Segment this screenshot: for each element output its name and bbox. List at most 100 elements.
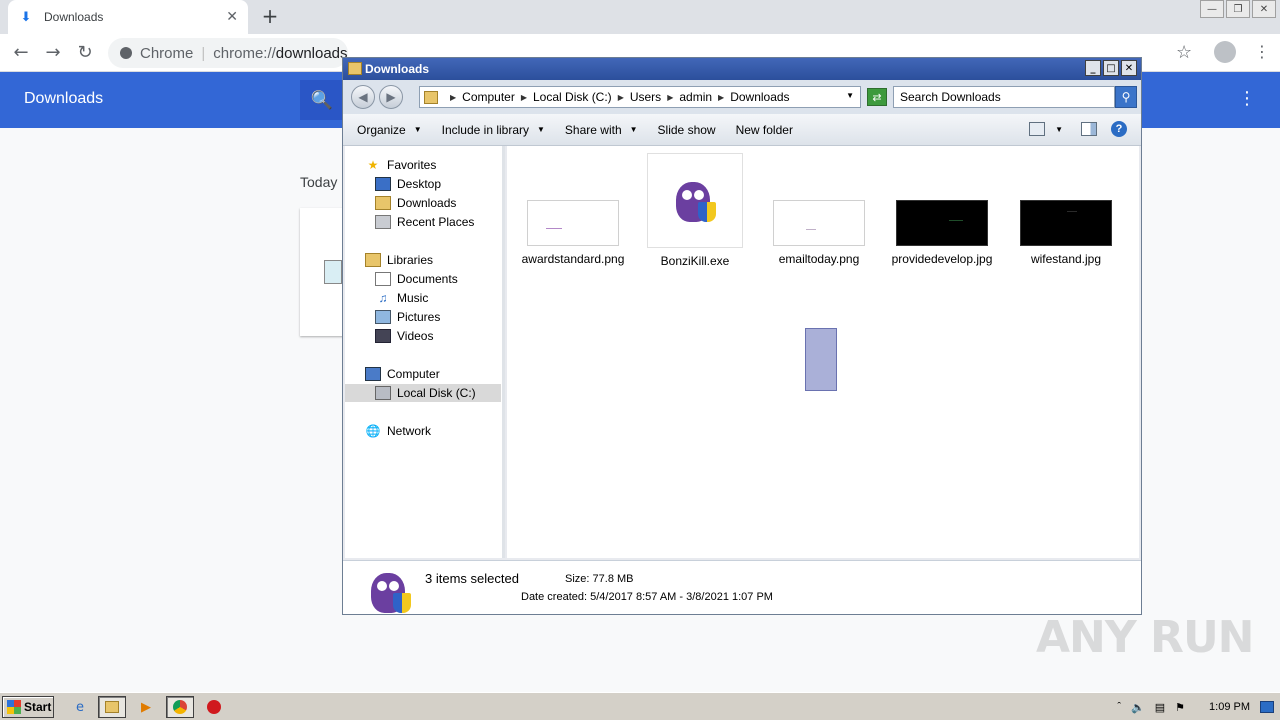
breadcrumb-label: admin [679,90,713,104]
search-icon[interactable]: 🔍 [300,80,344,120]
minimize-button[interactable]: _ [1085,60,1101,76]
nav-desktop[interactable]: Desktop [375,175,441,193]
nav-recent-places[interactable]: Recent Places [375,213,474,231]
nav-pictures[interactable]: Pictures [375,308,440,326]
image-thumbnail [1020,200,1112,246]
breadcrumb-arrow-icon[interactable]: ▶ [618,93,624,102]
close-icon[interactable]: ✕ [226,9,238,25]
chevron-down-icon[interactable]: ▼ [1055,125,1063,134]
back-arrow-icon[interactable]: ← [10,42,32,64]
start-button[interactable]: Start [2,696,54,718]
network-tray-icon[interactable]: ▤ [1155,701,1165,714]
forward-arrow-icon[interactable]: → [42,42,64,64]
size-row: Size: 77.8 MB [565,573,634,585]
command-label: Include in library [441,122,529,137]
nav-favorites[interactable]: ★ Favorites [365,156,437,174]
search-input[interactable]: Search Downloads [893,86,1115,108]
nav-music[interactable]: ♫ Music [375,289,429,307]
internet-explorer-icon[interactable]: e [66,696,94,718]
chevron-down-icon[interactable]: ▼ [846,91,854,100]
preview-pane-icon[interactable] [1081,122,1097,136]
date-section-label: Today [300,174,338,190]
omnibox-url: chrome://downloads [213,45,347,62]
nav-videos[interactable]: Videos [375,327,433,345]
page-title: Downloads [24,90,104,107]
command-label: Share with [564,122,622,137]
breadcrumb-arrow-icon[interactable]: ▶ [450,93,456,102]
breadcrumb-local-disk[interactable]: Local Disk (C:) ▶ [533,90,630,104]
date-created-row: Date created: 5/4/2017 8:57 AM - 3/8/202… [521,591,773,603]
breadcrumb-users[interactable]: Users ▶ [630,90,680,104]
breadcrumb-admin[interactable]: admin ▶ [679,90,730,104]
help-icon[interactable]: ? [1111,121,1127,137]
maximize-button[interactable]: □ [1103,60,1119,76]
nav-libraries[interactable]: Libraries [365,251,433,269]
change-view-icon[interactable] [1029,122,1046,136]
stop-icon[interactable] [200,696,228,718]
bonzi-eye [694,190,704,200]
omnibox-url-prefix: chrome:// [213,44,276,62]
downloads-folder-icon [375,196,391,210]
file-item[interactable]: BonziKill.exe [640,153,750,268]
clock[interactable]: 1:09 PM [1209,701,1250,713]
reload-icon[interactable]: ↻ [74,42,96,64]
breadcrumb-computer[interactable]: Computer ▶ [462,90,533,104]
bonzi-icon [367,565,413,613]
file-item[interactable]: awardstandard.png [518,200,628,266]
bonzi-eye [377,581,387,591]
tab-downloads[interactable]: ⬇ Downloads ✕ [8,0,248,34]
breadcrumb-arrow-icon[interactable]: ▶ [718,93,724,102]
command-label: Slide show [657,122,716,137]
anyrun-watermark: ANY RUN [1036,612,1254,663]
explorer-window: Downloads _ □ ✕ ◀ ▶ ▶ Computer ▶ Local Di… [342,57,1142,615]
show-hidden-icons-icon[interactable]: ˆ [1117,701,1121,713]
flag-icon[interactable]: ⚑ [1175,701,1185,714]
slide-show-button[interactable]: Slide show [658,123,716,137]
minimize-button[interactable]: — [1200,0,1224,18]
close-window-button[interactable]: ✕ [1252,0,1276,18]
nav-label: Computer [387,367,440,381]
breadcrumb-downloads[interactable]: Downloads [730,90,789,104]
pictures-icon [375,310,391,324]
explorer-titlebar[interactable]: Downloads _ □ ✕ [343,58,1141,80]
forward-arrow-icon[interactable]: ▶ [379,85,403,109]
nav-downloads[interactable]: Downloads [375,194,456,212]
close-button[interactable]: ✕ [1121,60,1137,76]
search-icon[interactable]: ⚲ [1115,86,1137,108]
thumbnail-mark [1067,211,1077,212]
restore-button[interactable]: ❐ [1226,0,1250,18]
file-item[interactable]: providedevelop.jpg [887,200,997,266]
nav-documents[interactable]: Documents [375,270,458,288]
breadcrumb-arrow-icon[interactable]: ▶ [667,93,673,102]
nav-network[interactable]: 🌐 Network [365,422,432,440]
chrome-taskbar-icon[interactable] [166,696,194,718]
media-player-icon[interactable]: ▶ [132,696,160,718]
back-arrow-icon[interactable]: ◀ [351,85,375,109]
kebab-menu-icon[interactable]: ⋮ [1254,42,1270,61]
include-in-library-button[interactable]: Include in library ▼ [442,123,545,137]
show-desktop-icon[interactable] [1260,701,1274,713]
nav-local-disk[interactable]: Local Disk (C:) [345,384,501,402]
share-with-button[interactable]: Share with ▼ [565,123,638,137]
new-tab-button[interactable]: + [258,6,282,28]
breadcrumb[interactable]: ▶ Computer ▶ Local Disk (C:) ▶ Users ▶ admi… [419,86,861,108]
size-value: 77.8 MB [592,573,634,585]
bookmark-star-icon[interactable]: ☆ [1176,42,1192,63]
more-options-icon[interactable]: ⋮ [1238,88,1256,109]
explorer-taskbar-icon[interactable] [98,696,126,718]
refresh-icon[interactable]: ⇄ [867,88,887,106]
profile-avatar-icon[interactable] [1214,41,1236,63]
file-item[interactable]: emailtoday.png [764,200,874,266]
chevron-down-icon: ▼ [413,125,422,134]
speaker-icon[interactable]: 🔈 [1131,701,1145,714]
new-folder-button[interactable]: New folder [736,123,793,137]
file-item[interactable]: wifestand.jpg [1011,200,1121,266]
breadcrumb-arrow-icon[interactable]: ▶ [521,93,527,102]
nav-label: Recent Places [397,215,475,229]
file-icon[interactable] [324,260,342,284]
organize-button[interactable]: Organize ▼ [357,123,422,137]
bonzi-icon [672,174,718,226]
nav-label: Desktop [397,177,442,191]
address-bar[interactable]: Chrome | chrome://downloads [108,38,348,68]
nav-computer[interactable]: Computer [365,365,440,383]
